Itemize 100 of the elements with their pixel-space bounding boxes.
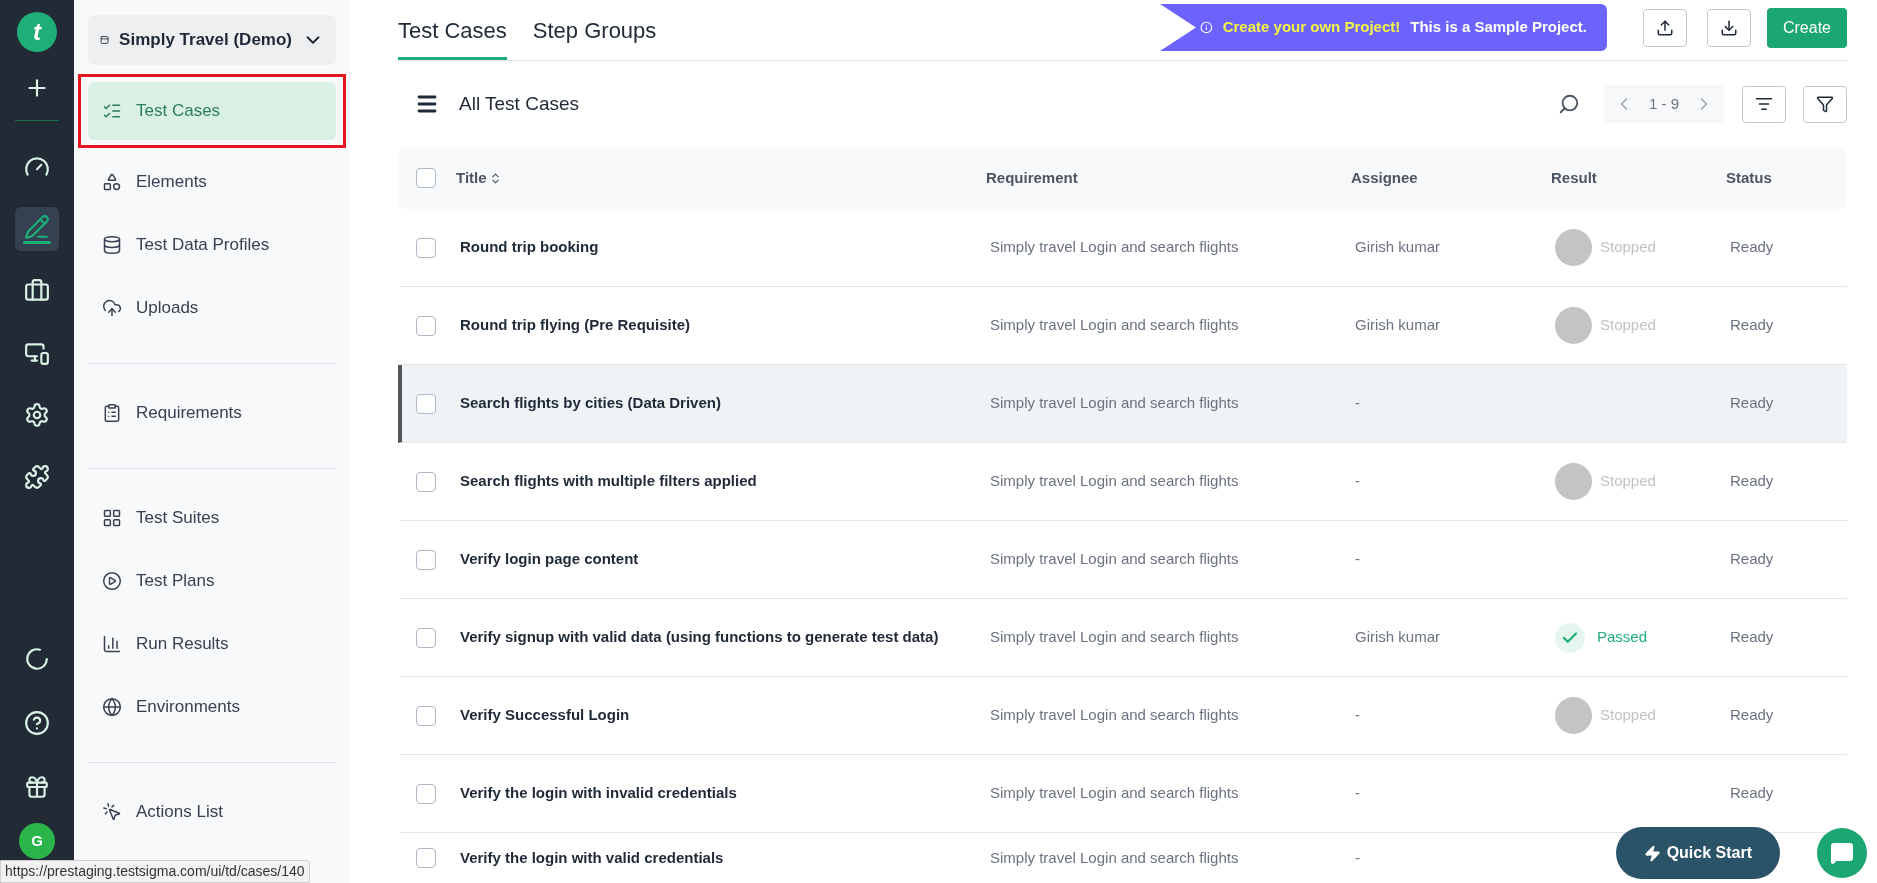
sidebar-item[interactable]: Requirements — [88, 384, 336, 442]
test-case-title[interactable]: Search flights with multiple filters applied — [460, 470, 990, 493]
status-cell: Ready — [1730, 394, 1774, 412]
table-row[interactable]: Search flights with multiple filters applied Simply travel Login and search flights - Stopped Ready — [398, 443, 1847, 521]
sidebar-item[interactable]: Test Suites — [88, 489, 336, 547]
row-checkbox[interactable] — [416, 627, 436, 648]
sidebar-item[interactable]: Actions List — [88, 783, 336, 841]
settings-icon — [24, 402, 50, 428]
column-header: Result — [1551, 167, 1597, 188]
tab[interactable]: Step Groups — [532, 14, 657, 60]
table-row[interactable]: Verify the login with valid credentials Simply travel Login and search flights - — [398, 833, 1555, 883]
test-case-title[interactable]: Verify the login with invalid credentials — [460, 782, 990, 805]
requirement-cell-text: Simply travel Login and search flights — [990, 847, 1240, 868]
gift-icon — [24, 774, 50, 800]
checklist-icon — [102, 101, 122, 121]
page-range: 1 - 9 — [1649, 93, 1679, 114]
status-cell: Ready — [1730, 706, 1774, 724]
test-case-title[interactable]: Verify Successful Login — [460, 704, 990, 727]
column-header: Assignee — [1351, 167, 1418, 188]
cloud-upload-icon — [102, 298, 122, 318]
sidebar-item[interactable]: Test Cases — [88, 82, 336, 140]
row-checkbox[interactable] — [416, 783, 436, 804]
requirement-cell-text: Simply travel Login and search flights — [990, 705, 1240, 726]
table-row[interactable]: Verify signup with valid data (using functions to generate test data) Simply travel Login and search flights Girish kumar Passed Ready — [398, 599, 1847, 677]
tab[interactable]: Test Cases — [398, 14, 507, 60]
row-checkbox[interactable] — [416, 315, 436, 336]
chart-icon — [102, 634, 122, 654]
test-case-title[interactable]: Verify the login with valid credentials — [460, 846, 990, 870]
stopped-indicator — [1555, 229, 1592, 266]
result-label: Passed — [1597, 627, 1648, 648]
quick-start-button[interactable]: Quick Start — [1615, 827, 1780, 879]
test-case-title[interactable]: Round trip booking — [460, 236, 990, 259]
result-label: Stopped — [1600, 705, 1656, 726]
column-header[interactable]: Title — [456, 166, 487, 190]
globe-icon — [102, 697, 122, 717]
active-underline — [23, 241, 51, 244]
requirement-cell-text: Simply travel Login and search flights — [990, 783, 1240, 804]
row-checkbox[interactable] — [416, 237, 436, 258]
assignee-cell-text: - — [1355, 705, 1361, 726]
stopped-indicator — [1555, 697, 1592, 734]
chat-button[interactable] — [1817, 828, 1867, 878]
upload-button[interactable] — [1642, 8, 1687, 47]
status-cell: Ready — [1730, 784, 1774, 802]
lightning-icon — [1643, 844, 1661, 862]
table-row[interactable]: Verify Successful Login Simply travel Login and search flights - Stopped Ready — [398, 677, 1847, 755]
sidebar-item[interactable]: Test Data Profiles — [88, 216, 336, 274]
status-bar-url: https://prestaging.testsigma.com/ui/td/cases/140 — [0, 860, 310, 883]
table-row[interactable]: Search flights by cities (Data Driven) Simply travel Login and search flights - Ready — [398, 365, 1847, 443]
download-button[interactable] — [1706, 8, 1751, 47]
select-all-checkbox[interactable] — [416, 168, 436, 188]
sort-button[interactable] — [1742, 85, 1786, 123]
info-icon — [1199, 19, 1213, 36]
requirement-cell-text: Simply travel Login and search flights — [990, 237, 1240, 258]
status-cell: Ready — [1730, 238, 1774, 256]
row-checkbox[interactable] — [416, 847, 436, 868]
search-icon[interactable] — [1558, 93, 1580, 115]
table-row[interactable]: Round trip booking Simply travel Login and search flights Girish kumar Stopped Ready — [398, 209, 1847, 287]
sidebar-item[interactable]: Test Plans — [88, 552, 336, 610]
status-cell: Ready — [1730, 472, 1774, 490]
result-label: Stopped — [1600, 315, 1656, 336]
passed-indicator — [1555, 622, 1585, 653]
test-case-title[interactable]: Round trip flying (Pre Requisite) — [460, 314, 990, 337]
row-checkbox[interactable] — [416, 705, 436, 726]
table-row[interactable]: Verify login page content Simply travel Login and search flights - Ready — [398, 521, 1847, 599]
assignee-cell-text: Girish kumar — [1355, 627, 1441, 648]
project-selector[interactable]: Simply Travel (Demo) — [88, 15, 336, 65]
chat-icon — [1830, 841, 1854, 865]
download-icon — [1719, 18, 1738, 37]
requirement-cell-text: Simply travel Login and search flights — [990, 549, 1240, 570]
sidebar-item[interactable]: Elements — [88, 153, 336, 211]
loader-icon — [24, 646, 50, 672]
sidebar-item[interactable]: Uploads — [88, 279, 336, 337]
test-case-title[interactable]: Search flights by cities (Data Driven) — [460, 392, 990, 415]
database-icon — [102, 235, 122, 255]
banner-text: This is a Sample Project. — [1410, 17, 1587, 38]
column-header: Status — [1726, 167, 1772, 188]
status-cell: Ready — [1730, 316, 1774, 334]
row-checkbox[interactable] — [416, 549, 436, 570]
sidebar-item[interactable]: Run Results — [88, 615, 336, 673]
pencil-icon — [24, 214, 50, 240]
filter-button[interactable] — [1803, 85, 1847, 123]
upload-icon — [1655, 18, 1674, 37]
briefcase-icon — [24, 278, 50, 304]
puzzle-icon — [24, 464, 50, 490]
filter-icon — [1816, 95, 1834, 113]
help-icon — [24, 710, 50, 736]
requirement-cell-text: Simply travel Login and search flights — [990, 471, 1240, 492]
sidebar-item[interactable]: Environments — [88, 678, 336, 736]
row-checkbox[interactable] — [416, 393, 436, 414]
requirement-cell-text: Simply travel Login and search flights — [990, 315, 1240, 336]
pointer-icon — [102, 802, 122, 822]
banner-link[interactable]: Create your own Project! — [1222, 16, 1401, 39]
requirement-cell-text: Simply travel Login and search flights — [990, 393, 1240, 414]
status-cell: Ready — [1730, 550, 1774, 568]
test-case-title[interactable]: Verify login page content — [460, 548, 990, 571]
row-checkbox[interactable] — [416, 471, 436, 492]
list-title: All Test Cases — [459, 91, 580, 116]
test-case-title[interactable]: Verify signup with valid data (using functions to generate test data) — [460, 626, 990, 649]
assignee-cell-text: - — [1355, 471, 1361, 492]
requirement-cell-text: Simply travel Login and search flights — [990, 627, 1240, 648]
